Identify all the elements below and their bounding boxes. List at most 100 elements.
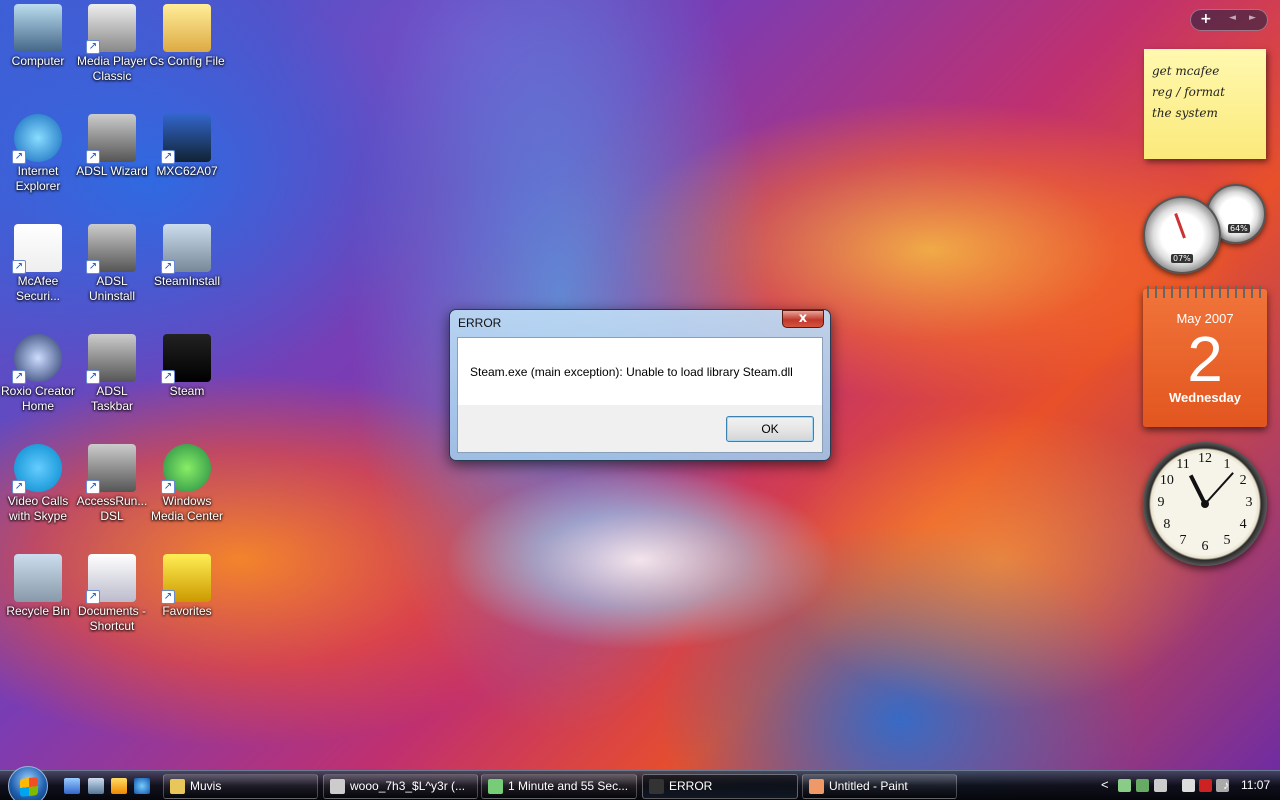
clock-number: 4 [1239, 517, 1247, 532]
shortcut-arrow-icon: ↗ [161, 370, 175, 384]
desktop-icon-label: Internet Explorer [15, 164, 61, 193]
desktop-icon-label: MXC62A07 [156, 164, 218, 178]
error-dialog: ERROR x Steam.exe (main exception): Unab… [449, 309, 831, 461]
desktop-icon[interactable]: ↗ Windows Media Center [149, 444, 225, 524]
desktop-icon-label: Favorites [162, 604, 212, 618]
desktop-icon-label: AccessRun... DSL [76, 494, 148, 523]
calendar-rings [1147, 286, 1263, 298]
desktop-icon[interactable]: ↗ MXC62A07 [149, 114, 225, 179]
printer-icon[interactable] [1182, 779, 1195, 792]
cpu-gauge: 07% [1143, 196, 1221, 274]
desktop-icon-label: Windows Media Center [150, 494, 224, 523]
desktop-icon[interactable]: Recycle Bin [0, 554, 76, 619]
start-button[interactable] [8, 766, 48, 800]
add-gadget-button[interactable]: + [1200, 11, 1212, 27]
desktop-icon[interactable]: ↗ Favorites [149, 554, 225, 619]
taskbar-button[interactable]: ERROR [642, 774, 798, 799]
switch-windows-icon[interactable] [88, 778, 104, 794]
desktop-icon[interactable]: ↗ Roxio Creator Home [0, 334, 76, 414]
calendar-day: 2 [1187, 323, 1223, 395]
media-player-icon[interactable] [111, 778, 127, 794]
steam-icon: ↗ [161, 334, 211, 384]
chat-icon [488, 779, 503, 794]
volume-icon[interactable]: ♪ [1223, 778, 1236, 792]
desktop-icon[interactable]: ↗ ADSL Taskbar [74, 334, 150, 414]
clock-number: 3 [1245, 495, 1253, 510]
show-desktop-icon[interactable] [64, 778, 80, 794]
recycle-bin-icon [14, 554, 62, 602]
note-line: get mcafee [1152, 64, 1220, 78]
clock-number: 11 [1176, 456, 1190, 472]
steam-icon [649, 779, 664, 794]
steam-install-icon: ↗ [161, 224, 211, 274]
prev-gadget-button[interactable]: ◄ [1229, 13, 1236, 23]
desktop-icon[interactable]: ↗ Documents - Shortcut [74, 554, 150, 634]
mxc-tool-icon: ↗ [161, 114, 211, 164]
desktop-icon[interactable]: ↗ AccessRun... DSL [74, 444, 150, 524]
dialog-title: ERROR [458, 316, 502, 330]
desktop-icon[interactable]: ↗ SteamInstall [149, 224, 225, 289]
taskbar-button[interactable]: Muvis [163, 774, 318, 799]
adsl-uninstall-icon: ↗ [86, 224, 136, 274]
taskbar: Muvis wooo_7h3_$L^y3r (... 1 Minute and 55… [0, 766, 1280, 800]
desktop-icon[interactable]: Cs Config File [149, 4, 225, 69]
note-line: reg / format [1152, 85, 1225, 99]
gauge-needle [1174, 213, 1186, 239]
close-icon: x [798, 311, 808, 326]
shortcut-arrow-icon: ↗ [161, 590, 175, 604]
tray-clock[interactable]: 11:07 [1241, 778, 1270, 792]
clock-number: 7 [1179, 533, 1187, 549]
taskbar-button-label: wooo_7h3_$L^y3r (... [350, 779, 466, 793]
desktop-icon[interactable]: ↗ ADSL Wizard [74, 114, 150, 179]
clock-number: 1 [1223, 456, 1231, 472]
shortcut-arrow-icon: ↗ [161, 260, 175, 274]
folder-icon [170, 779, 185, 794]
desktop-icon[interactable]: ↗ ADSL Uninstall [74, 224, 150, 304]
desktop-icon[interactable]: ↗ McAfee Securi... [0, 224, 76, 304]
desktop-icon-label: ADSL Taskbar [90, 384, 134, 413]
desktop-icon-label: Documents - Shortcut [77, 604, 147, 633]
security-icon[interactable] [1136, 779, 1149, 792]
taskbar-button-label: 1 Minute and 55 Sec... [508, 779, 629, 793]
accessrunner-icon: ↗ [86, 444, 136, 494]
shortcut-arrow-icon: ↗ [86, 370, 100, 384]
note-line: the system [1152, 106, 1218, 120]
clock-number: 9 [1157, 495, 1165, 510]
shortcut-arrow-icon: ↗ [12, 480, 26, 494]
sticky-note-gadget[interactable]: get mcafee reg / format the system [1144, 49, 1266, 159]
desktop-icon[interactable]: Computer [0, 4, 76, 69]
desktop-icon-label: ADSL Wizard [76, 164, 148, 178]
network-icon[interactable] [1118, 779, 1131, 792]
adsl-taskbar-icon: ↗ [86, 334, 136, 384]
clock-gadget[interactable]: 12 1 2 3 4 5 6 7 8 9 10 11 [1143, 442, 1267, 566]
tray-expand-button[interactable]: < [1101, 777, 1109, 792]
taskbar-button[interactable]: wooo_7h3_$L^y3r (... [323, 774, 478, 799]
sidebar-controls: + ◄ ► [1190, 9, 1268, 31]
skype-icon: ↗ [12, 444, 62, 494]
desktop-icon[interactable]: ↗ Steam [149, 334, 225, 399]
next-gadget-button[interactable]: ► [1249, 13, 1256, 23]
clock-number: 12 [1198, 451, 1212, 466]
desktop-icon[interactable]: ↗ Internet Explorer [0, 114, 76, 194]
calendar-gadget[interactable]: May 2007 2 Wednesday [1143, 286, 1267, 427]
display-icon[interactable] [1154, 779, 1167, 792]
dialog-close-button[interactable]: x [782, 310, 824, 328]
minute-hand [1204, 472, 1234, 505]
shortcut-arrow-icon: ↗ [161, 150, 175, 164]
windows-logo-icon [20, 777, 38, 797]
desktop-icon[interactable]: ↗ Media Player Classic [74, 4, 150, 84]
desktop-icon-label: Video Calls with Skype [7, 494, 69, 523]
taskbar-button[interactable]: 1 Minute and 55 Sec... [481, 774, 637, 799]
internet-explorer-icon[interactable] [134, 778, 150, 794]
media-player-icon: ↗ [86, 4, 136, 54]
shortcut-arrow-icon: ↗ [86, 150, 100, 164]
desktop-icon[interactable]: ↗ Video Calls with Skype [0, 444, 76, 524]
ok-button[interactable]: OK [726, 416, 814, 442]
taskbar-button[interactable]: Untitled - Paint [802, 774, 957, 799]
mcafee-tray-icon[interactable] [1199, 779, 1212, 792]
clock-center [1201, 500, 1209, 508]
desktop-icon-label: Media Player Classic [76, 54, 148, 83]
clock-number: 8 [1163, 517, 1171, 532]
taskbar-button-label: ERROR [669, 779, 713, 793]
desktop-icon-label: Recycle Bin [6, 604, 70, 618]
